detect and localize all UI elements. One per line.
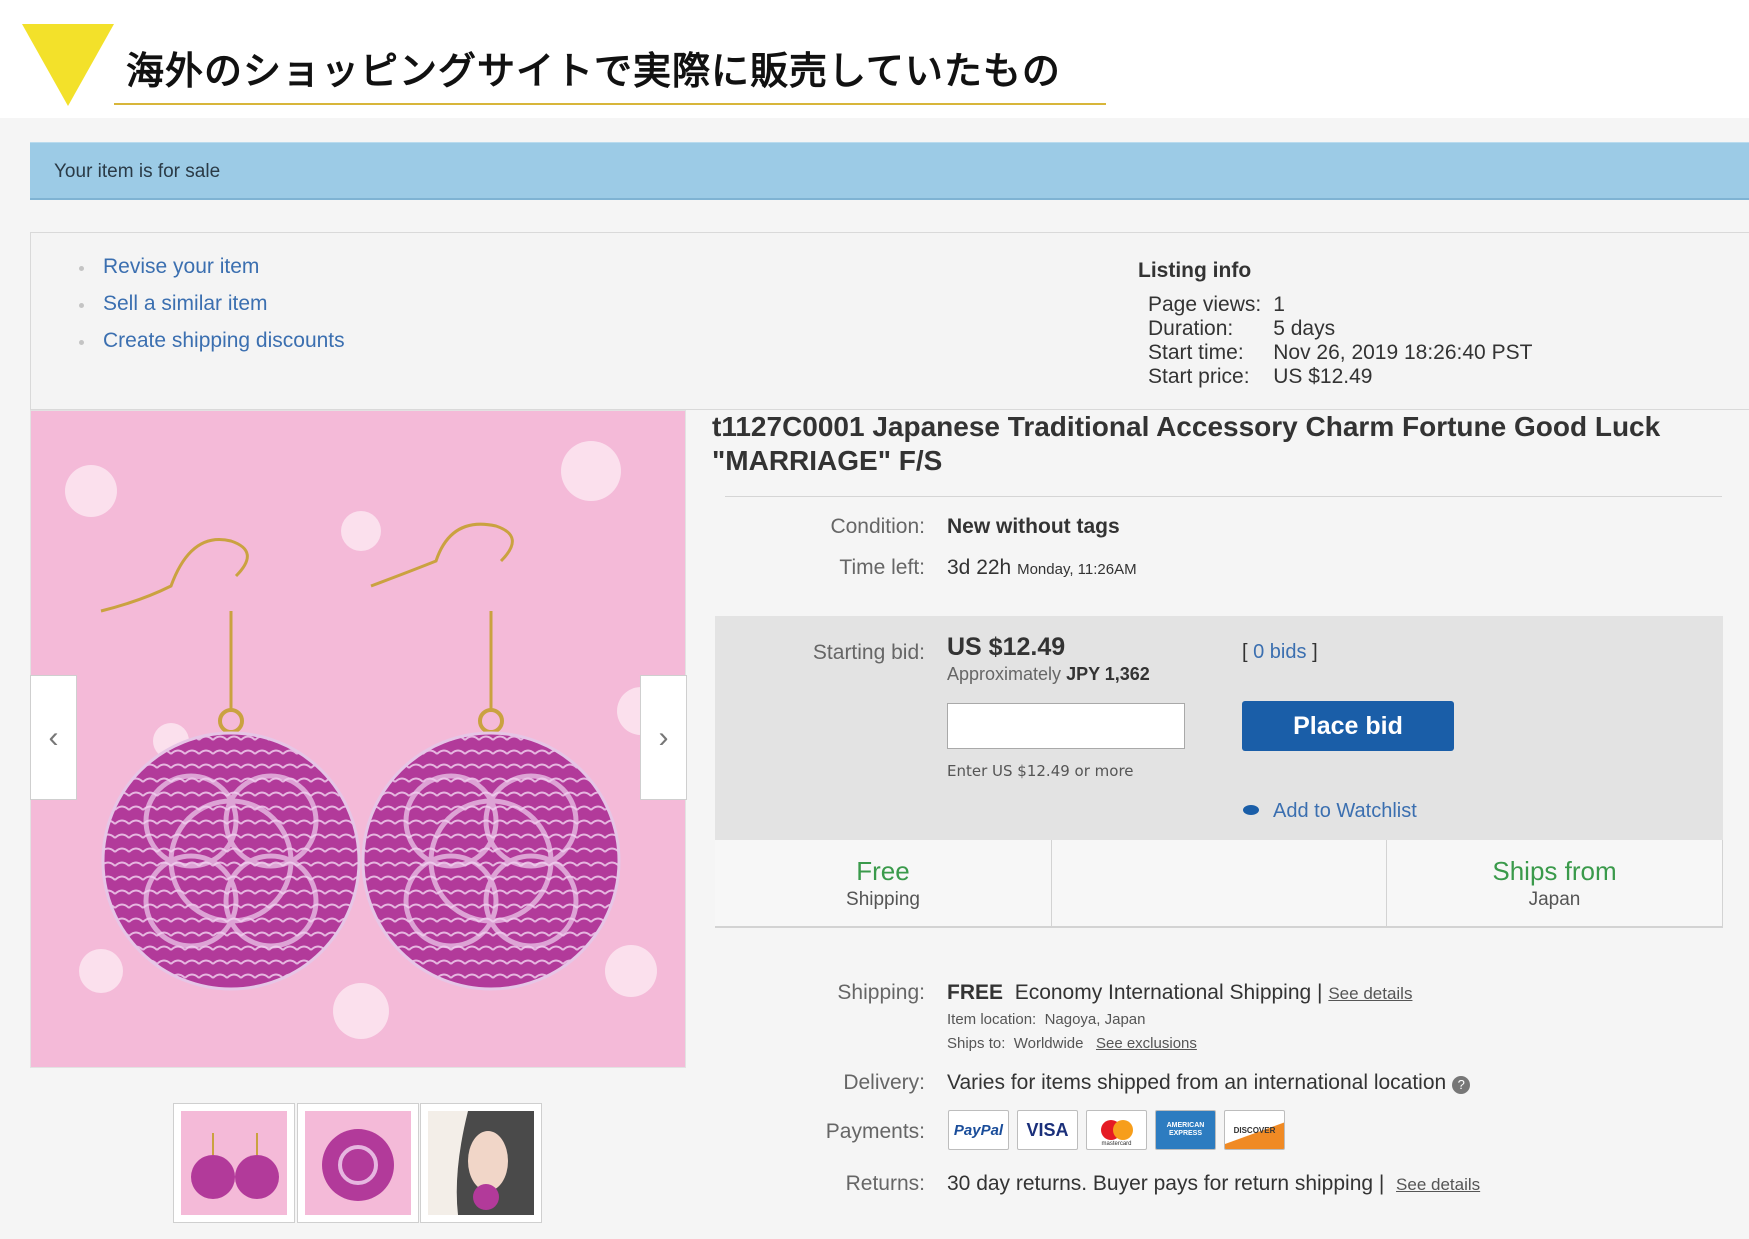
listing-info-row: Duration: 5 days [1148,317,1544,343]
bid-count-link[interactable]: 0 bids [1253,641,1306,663]
time-left-remaining: 3d 22h [947,556,1012,579]
shipping-discounts-link[interactable]: Create shipping discounts [79,329,345,366]
chevron-left-icon[interactable]: ‹ [30,675,77,800]
free-text: Free [856,856,910,886]
chevron-right-icon[interactable]: › [640,675,687,800]
thumbnail-image [428,1111,534,1215]
seller-info-panel: Revise your item Sell a similar item Cre… [30,232,1749,410]
shipping-label: Shipping: [837,981,925,1004]
visa-icon: VISA [1017,1110,1078,1150]
listing-info-label: Duration: [1148,317,1234,340]
returns-see-details-link[interactable]: See details [1396,1175,1480,1194]
condition-value: New without tags [947,515,1120,538]
listing-info-value: 1 [1273,293,1285,316]
returns-value: 30 day returns. Buyer pays for return sh… [947,1172,1480,1196]
delivery-value: Varies for items shipped from an interna… [947,1071,1471,1095]
starting-bid-label: Starting bid: [812,641,925,664]
listing-info-row: Start time: Nov 26, 2019 18:26:40 PST [1148,341,1544,367]
discover-icon: DISCOVER [1224,1110,1285,1150]
place-bid-button[interactable]: Place bid [1242,701,1454,751]
approx-value: JPY 1,362 [1066,664,1150,684]
thumbnail-earrings-pair[interactable] [173,1103,295,1223]
listing-info-table: Page views: 1 Duration: 5 days Start time:… [1148,293,1544,391]
time-left-label: Time left: [839,556,925,579]
add-to-watchlist-link[interactable]: Add to Watchlist [1243,800,1417,823]
ships-to-value: Worldwide [1013,1035,1084,1052]
mastercard-wordmark: mastercard [1101,1141,1132,1147]
ships-from-badge: Ships from Japan [1387,840,1723,928]
eye-icon [1243,805,1259,815]
bid-count-close: ] [1312,641,1318,663]
thumbnail-image [181,1111,287,1215]
title-underline [114,103,1106,105]
mastercard-icon: mastercard [1086,1110,1147,1150]
status-banner-text: Your item is for sale [54,161,221,182]
watchlist-label: Add to Watchlist [1273,800,1417,822]
thumbnail-image [305,1111,411,1215]
item-location-label: Item location: [947,1011,1037,1028]
seller-actions: Revise your item Sell a similar item Cre… [79,255,345,366]
paypal-icon: PayPal [948,1110,1009,1150]
condition-label: Condition: [830,515,925,538]
listing-info-label: Start time: [1148,341,1244,364]
listing-info-row: Start price: US $12.49 [1148,365,1544,391]
approx-prefix: Approximately [947,664,1062,684]
returns-text: 30 day returns. Buyer pays for return sh… [947,1172,1385,1195]
returns-label: Returns: [845,1172,925,1195]
bid-input-hint: Enter US $12.49 or more [947,762,1134,780]
page-root: 海外のショッピングサイトで実際に販売していたもの Your item is fo… [0,0,1749,1239]
ships-from-text: Ships from [1492,856,1617,886]
listing-info-label: Page views: [1148,293,1262,316]
revise-item-link[interactable]: Revise your item [79,255,345,292]
ships-to-label: Ships to: [947,1035,1006,1052]
ships-from-country: Japan [1528,889,1581,910]
listing-info-value: Nov 26, 2019 18:26:40 PST [1273,341,1533,364]
product-image[interactable] [30,410,686,1068]
shipping-value: FREE Economy International Shipping | Se… [947,981,1412,1005]
delivery-text: Varies for items shipped from an interna… [947,1071,1447,1094]
page-title: 海外のショッピングサイトで実際に販売していたもの [126,49,1061,93]
ships-to: Ships to: Worldwide See exclusions [947,1035,1197,1052]
shipping-free: FREE [947,981,1004,1004]
listing-info-value: US $12.49 [1273,365,1373,388]
help-icon[interactable]: ? [1452,1076,1471,1094]
delivery-label: Delivery: [843,1071,925,1094]
bid-amount-input[interactable] [947,703,1185,749]
free-shipping-badge: Free Shipping [715,840,1052,928]
empty-feature-cell [1052,840,1387,928]
triangle-marker-icon [22,24,114,106]
item-location-value: Nagoya, Japan [1044,1011,1146,1028]
status-banner: Your item is for sale [30,142,1749,200]
sell-similar-link[interactable]: Sell a similar item [79,292,345,329]
thumbnail-knot-closeup[interactable] [297,1103,419,1223]
payments-label: Payments: [825,1120,925,1143]
time-left-value: 3d 22h Monday, 11:26AM [947,556,1137,580]
listing-info-value: 5 days [1273,317,1336,340]
earrings-photo [31,411,685,1067]
listing-info: Listing info Page views: 1 Duration: 5 day… [1138,259,1544,391]
item-location: Item location: Nagoya, Japan [947,1011,1145,1028]
listing-info-row: Page views: 1 [1148,293,1544,319]
listing-info-heading: Listing info [1138,259,1252,282]
shipping-method: Economy International Shipping | [1014,981,1323,1004]
bid-count: [ 0 bids ] [1242,641,1318,664]
thumbnail-worn[interactable] [420,1103,542,1223]
starting-bid-price: US $12.49 [947,633,1066,661]
shipping-see-details-link[interactable]: See details [1328,984,1412,1003]
amex-icon: AMERICAN EXPRESS [1155,1110,1216,1150]
approx-price: Approximately JPY 1,362 [947,664,1150,685]
listing-info-label: Start price: [1148,365,1250,388]
product-title: t1127C0001 Japanese Traditional Accessor… [712,411,1661,476]
time-left-end: Monday, 11:26AM [1017,561,1137,578]
title-divider [725,496,1722,497]
bid-count-open: [ [1242,641,1248,663]
shipping-text: Shipping [846,889,920,910]
see-exclusions-link[interactable]: See exclusions [1096,1035,1197,1052]
